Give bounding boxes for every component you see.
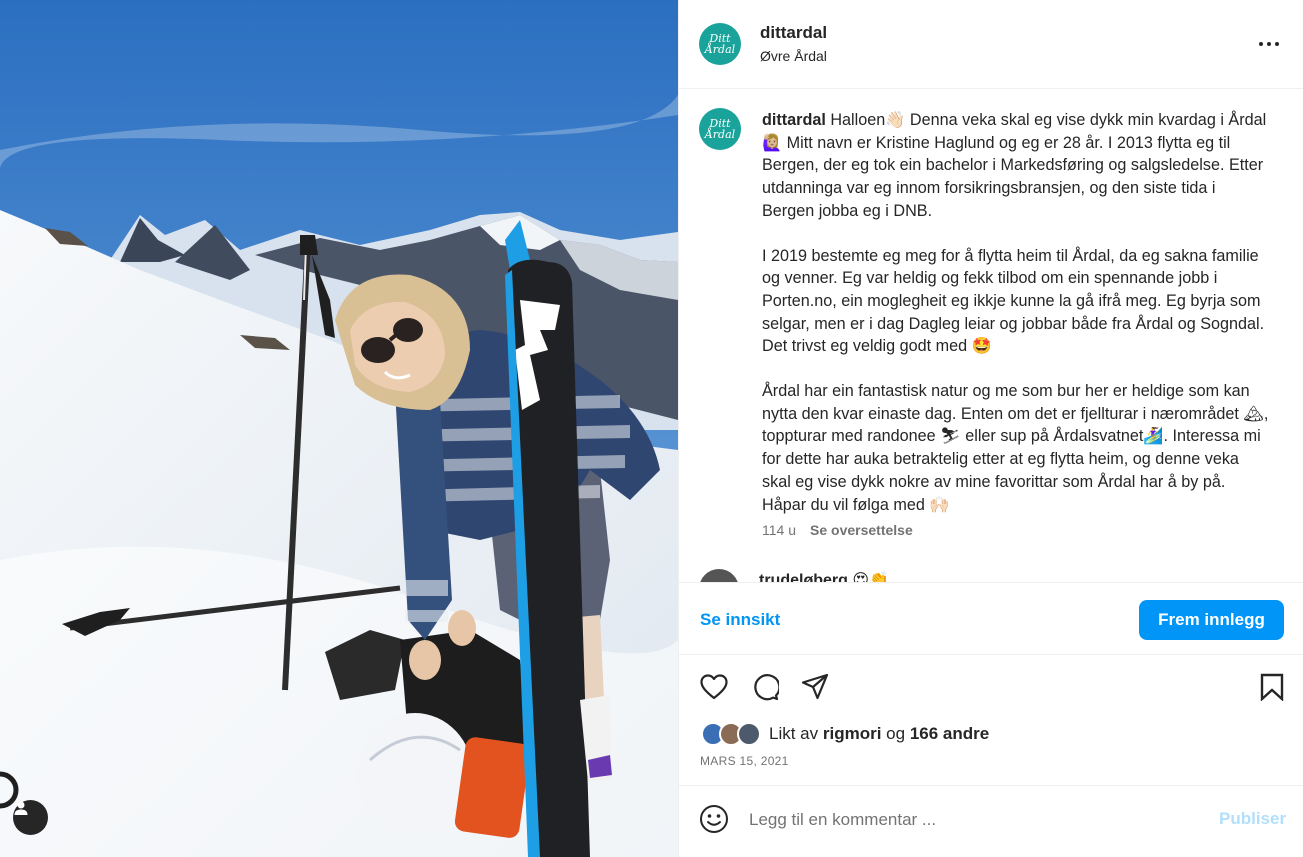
comments-section[interactable]: Ditt Årdal dittardal Halloen👋🏻 Denna vek… bbox=[679, 89, 1303, 582]
post-photo[interactable] bbox=[0, 0, 678, 857]
likes-summary: Likt av rigmori og 166 andre bbox=[701, 722, 989, 746]
likes-prefix: Likt av bbox=[769, 724, 819, 743]
post-actions bbox=[679, 655, 1303, 715]
insight-bar: Se innsikt Frem innlegg bbox=[679, 582, 1303, 655]
share-button[interactable] bbox=[799, 671, 831, 703]
profile-avatar[interactable]: Ditt Årdal bbox=[699, 23, 741, 65]
caption-paragraph-1: Halloen👋🏻 Denna veka skal eg vise dykk m… bbox=[762, 111, 1267, 220]
like-button[interactable] bbox=[698, 671, 730, 703]
first-liker-link[interactable]: rigmori bbox=[823, 724, 882, 743]
avatar-logo-text: Ditt Årdal bbox=[704, 32, 736, 56]
likes-text: Likt av rigmori og 166 andre bbox=[769, 724, 989, 744]
save-button[interactable] bbox=[1256, 671, 1288, 703]
more-icon bbox=[1259, 42, 1263, 46]
caption-avatar[interactable]: Ditt Årdal bbox=[699, 108, 741, 150]
post-username[interactable]: dittardal bbox=[760, 23, 827, 43]
caption-username[interactable]: dittardal bbox=[762, 111, 826, 129]
emoji-icon bbox=[700, 805, 728, 833]
caption-text: dittardal Halloen👋🏻 Denna veka skal eg v… bbox=[762, 109, 1272, 538]
comment-button[interactable] bbox=[749, 671, 781, 703]
add-comment-bar: Publiser bbox=[679, 785, 1303, 857]
translate-link[interactable]: Se oversettelse bbox=[810, 522, 913, 538]
more-icon-dot bbox=[1275, 42, 1279, 46]
emoji-button[interactable] bbox=[699, 804, 729, 839]
user-tag-button[interactable] bbox=[13, 800, 48, 835]
caption-meta: 114 u Se oversettelse bbox=[762, 522, 913, 538]
commenter-username[interactable]: trudeløberg 😍👏 bbox=[759, 570, 889, 582]
post-side-panel: Ditt Årdal dittardal Øvre Årdal Ditt Ård… bbox=[678, 0, 1303, 857]
comment-item: trudeløberg 😍👏 bbox=[699, 569, 889, 582]
caption-paragraph-3: Årdal har ein fantastisk natur og me som… bbox=[762, 382, 1269, 514]
liker-avatar[interactable] bbox=[737, 722, 761, 746]
avatar-logo-text: Ditt Årdal bbox=[704, 117, 736, 141]
bookmark-icon bbox=[1260, 673, 1284, 701]
post-header: Ditt Årdal dittardal Øvre Årdal bbox=[679, 0, 1303, 89]
user-tag-icon bbox=[14, 801, 28, 815]
comment-input[interactable] bbox=[749, 807, 1189, 833]
view-insights-link[interactable]: Se innsikt bbox=[700, 610, 780, 630]
post-location[interactable]: Øvre Årdal bbox=[760, 48, 827, 64]
caption-paragraph: dittardal Halloen👋🏻 Denna veka skal eg v… bbox=[762, 109, 1272, 223]
post-date[interactable]: MARS 15, 2021 bbox=[700, 754, 789, 768]
more-options-button[interactable] bbox=[1255, 33, 1283, 55]
commenter-avatar[interactable] bbox=[699, 569, 739, 582]
more-icon-dot bbox=[1267, 42, 1271, 46]
likes-connector: og bbox=[886, 724, 906, 743]
post-image bbox=[0, 0, 678, 857]
caption-age[interactable]: 114 u bbox=[762, 522, 796, 538]
publish-comment-button[interactable]: Publiser bbox=[1219, 809, 1286, 829]
share-icon bbox=[801, 673, 829, 700]
comment-icon bbox=[754, 674, 779, 701]
caption-paragraph-2: I 2019 bestemte eg meg for å flytta heim… bbox=[762, 246, 1265, 356]
promote-post-button[interactable]: Frem innlegg bbox=[1139, 600, 1284, 640]
others-likes-link[interactable]: 166 andre bbox=[910, 724, 989, 743]
heart-icon bbox=[700, 674, 728, 700]
